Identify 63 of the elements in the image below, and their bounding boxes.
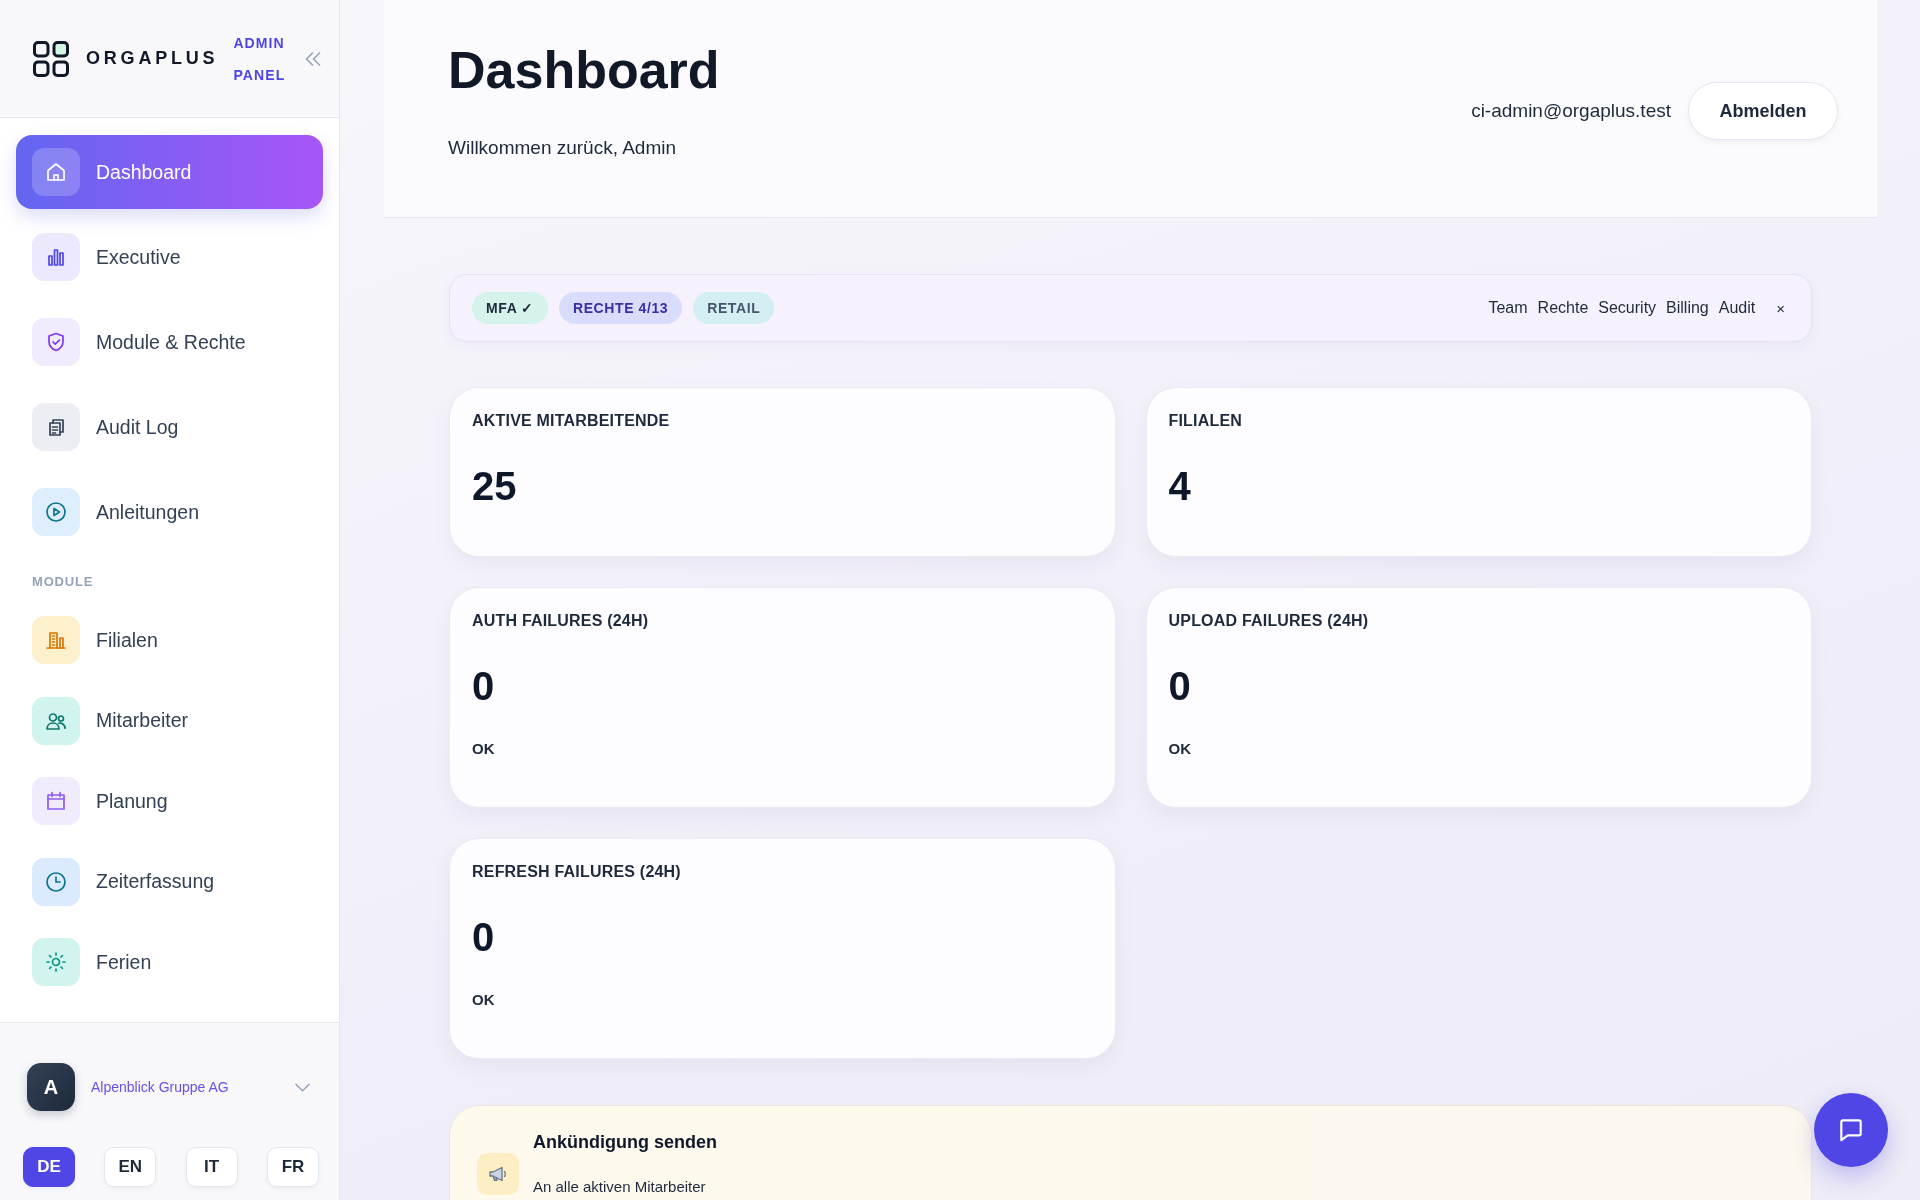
announcement-title: Ankündigung senden [533,1131,717,1154]
stat-label: AKTIVE MITARBEITENDE [472,411,671,431]
nav-item[interactable]: Zeiterfassung [16,844,323,919]
nav-item[interactable]: Filialen [16,603,323,677]
language-button[interactable]: FR [267,1147,319,1187]
page-title: Dashboard [448,40,720,100]
status-text: OK [1168,739,1192,759]
logo-icon [33,40,69,77]
bar-chart-icon [32,233,80,281]
announcement-subtitle: An alle aktiven Mitarbeiter [533,1177,707,1197]
quick-link[interactable]: Security [1598,299,1657,317]
status-text: OK [472,990,496,1010]
brand-name: ORGAPLUS [86,48,219,69]
status-chip: RECHTE 4/13 [558,292,683,324]
quick-link[interactable]: Billing [1666,299,1709,317]
stat-value: 0 [1168,664,1192,708]
nav-item[interactable]: Anleitungen [16,475,323,549]
collapse-icon[interactable] [305,51,322,66]
welcome-text: Willkommen zurück, Admin [448,136,678,160]
org-avatar: A [27,1063,75,1111]
section-label: MODULE [32,574,95,590]
play-icon [32,488,80,536]
stat-value: 0 [472,664,496,708]
nav-item[interactable]: Ferien [16,925,323,999]
status-chip: RETAIL [693,292,775,324]
stat-value: 4 [1168,464,1192,508]
nav-item[interactable]: Audit Log [16,390,323,464]
status-chip: MFA ✓ [472,292,548,324]
language-button[interactable]: EN [104,1147,157,1187]
users-icon [32,696,80,745]
language-button[interactable]: DE [23,1147,75,1187]
logout-button[interactable]: Abmelden [1688,82,1838,140]
nav-item[interactable]: Planung [16,764,323,838]
chat-button[interactable] [1814,1093,1888,1167]
stat-label: AUTH FAILURES (24H) [472,611,650,631]
clipboard-icon [32,403,80,451]
stat-label: FILIALEN [1168,411,1244,431]
home-icon [32,148,80,196]
chevron-down-icon[interactable] [295,1082,310,1092]
admin-panel-label: ADMIN PANEL [233,33,287,85]
quick-link[interactable]: Audit [1718,299,1756,317]
status-text: OK [472,739,496,759]
stat-label: REFRESH FAILURES (24H) [472,862,682,882]
org-name[interactable]: Alpenblick Gruppe AG [91,1079,229,1095]
user-email: ci-admin@orgaplus.test [1471,100,1671,122]
stat-value: 25 [472,464,518,508]
quick-link[interactable]: Rechte [1537,299,1589,317]
stat-value: 0 [472,915,496,959]
nav-item[interactable]: Mitarbeiter [16,683,323,758]
sun-icon [32,938,80,986]
shield-check-icon [32,318,80,366]
close-button[interactable]: × [1776,299,1785,317]
nav-item[interactable]: Executive [16,220,323,294]
calendar-icon [32,777,80,825]
nav-item[interactable]: Dashboard [16,135,323,209]
nav-item[interactable]: Module & Rechte [16,305,323,379]
language-button[interactable]: IT [185,1147,238,1187]
megaphone-icon [477,1153,519,1195]
quick-link[interactable]: Team [1488,299,1528,317]
clock-icon [32,857,80,906]
stat-label: UPLOAD FAILURES (24H) [1168,611,1370,631]
building-icon [32,616,80,664]
chat-icon [1837,1116,1865,1144]
